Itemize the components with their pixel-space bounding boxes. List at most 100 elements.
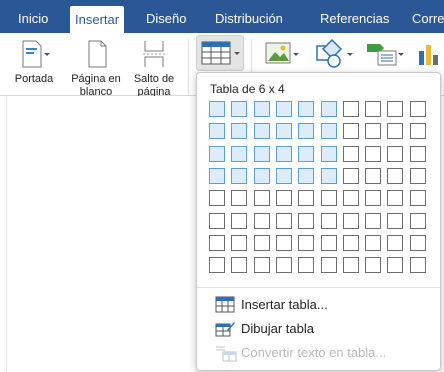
table-grid-cell[interactable] <box>276 235 292 251</box>
table-grid-cell[interactable] <box>298 190 314 206</box>
table-grid-cell[interactable] <box>254 168 270 184</box>
table-grid-cell[interactable] <box>276 257 292 273</box>
table-grid-cell[interactable] <box>365 146 381 162</box>
table-grid-cell[interactable] <box>209 101 225 117</box>
insert-table-menu: Tabla de 6 x 4 Insertar tabla... Dibujar… <box>196 72 441 371</box>
table-grid-cell[interactable] <box>298 235 314 251</box>
table-grid-cell[interactable] <box>276 213 292 229</box>
table-grid-cell[interactable] <box>209 123 225 139</box>
table-grid-cell[interactable] <box>387 213 403 229</box>
table-grid-cell[interactable] <box>321 168 337 184</box>
table-grid-cell[interactable] <box>298 123 314 139</box>
table-grid-cell[interactable] <box>276 146 292 162</box>
table-grid-cell[interactable] <box>387 257 403 273</box>
table-grid-cell[interactable] <box>321 235 337 251</box>
pictures-button[interactable] <box>262 39 302 69</box>
table-grid-cell[interactable] <box>343 190 359 206</box>
table-grid-cell[interactable] <box>410 146 426 162</box>
table-grid-cell[interactable] <box>410 235 426 251</box>
table-grid-cell[interactable] <box>209 168 225 184</box>
table-grid-cell[interactable] <box>410 213 426 229</box>
table-button[interactable] <box>196 35 244 71</box>
cover-page-button[interactable]: Portada <box>8 39 60 86</box>
table-grid-cell[interactable] <box>343 213 359 229</box>
table-grid-cell[interactable] <box>387 101 403 117</box>
table-grid-cell[interactable] <box>209 235 225 251</box>
table-grid-cell[interactable] <box>343 257 359 273</box>
table-grid-cell[interactable] <box>321 146 337 162</box>
table-grid-cell[interactable] <box>298 168 314 184</box>
page-break-label-1: Salto de <box>133 73 175 85</box>
table-grid-cell[interactable] <box>343 235 359 251</box>
table-grid-cell[interactable] <box>298 101 314 117</box>
blank-page-button[interactable]: Página en blanco <box>66 39 126 99</box>
table-grid-cell[interactable] <box>410 101 426 117</box>
table-grid-cell[interactable] <box>365 235 381 251</box>
table-grid-cell[interactable] <box>209 257 225 273</box>
table-grid-cell[interactable] <box>365 123 381 139</box>
table-grid-cell[interactable] <box>276 190 292 206</box>
table-grid-cell[interactable] <box>298 213 314 229</box>
table-grid-cell[interactable] <box>365 257 381 273</box>
table-grid-cell[interactable] <box>387 235 403 251</box>
table-grid-cell[interactable] <box>321 213 337 229</box>
table-grid-cell[interactable] <box>254 190 270 206</box>
table-grid-cell[interactable] <box>298 257 314 273</box>
table-grid-cell[interactable] <box>410 168 426 184</box>
tab-correspondencia[interactable]: Corre <box>412 0 444 33</box>
table-grid-cell[interactable] <box>276 101 292 117</box>
table-grid-cell[interactable] <box>254 146 270 162</box>
page-break-button[interactable]: Salto de página <box>128 39 180 99</box>
tab-inicio[interactable]: Inicio <box>18 0 48 33</box>
tab-distribucion[interactable]: Distribución <box>215 0 283 33</box>
table-size-grid[interactable] <box>209 101 429 277</box>
smartart-icon <box>367 44 404 66</box>
table-grid-cell[interactable] <box>231 235 247 251</box>
table-grid-cell[interactable] <box>209 190 225 206</box>
table-grid-cell[interactable] <box>321 123 337 139</box>
table-grid-cell[interactable] <box>410 123 426 139</box>
table-grid-cell[interactable] <box>387 190 403 206</box>
smartart-button[interactable] <box>364 39 404 69</box>
table-grid-cell[interactable] <box>410 190 426 206</box>
table-grid-cell[interactable] <box>343 123 359 139</box>
table-grid-cell[interactable] <box>231 146 247 162</box>
table-grid-cell[interactable] <box>276 168 292 184</box>
table-grid-cell[interactable] <box>254 101 270 117</box>
draw-table-icon <box>215 322 235 337</box>
table-grid-cell[interactable] <box>254 123 270 139</box>
table-grid-cell[interactable] <box>209 213 225 229</box>
table-grid-cell[interactable] <box>321 190 337 206</box>
table-grid-cell[interactable] <box>321 257 337 273</box>
table-grid-cell[interactable] <box>209 146 225 162</box>
table-grid-cell[interactable] <box>254 235 270 251</box>
table-grid-cell[interactable] <box>298 146 314 162</box>
table-grid-cell[interactable] <box>231 101 247 117</box>
table-grid-cell[interactable] <box>365 190 381 206</box>
table-grid-cell[interactable] <box>276 123 292 139</box>
table-grid-cell[interactable] <box>231 190 247 206</box>
table-grid-cell[interactable] <box>387 168 403 184</box>
table-grid-cell[interactable] <box>254 213 270 229</box>
shapes-button[interactable] <box>314 37 356 69</box>
table-grid-cell[interactable] <box>365 213 381 229</box>
document-page-edge <box>6 96 7 372</box>
table-grid-cell[interactable] <box>343 101 359 117</box>
table-grid-cell[interactable] <box>410 257 426 273</box>
table-grid-cell[interactable] <box>231 123 247 139</box>
table-grid-cell[interactable] <box>343 146 359 162</box>
table-grid-cell[interactable] <box>387 123 403 139</box>
tab-insertar[interactable]: Insertar <box>70 6 125 33</box>
table-grid-cell[interactable] <box>321 101 337 117</box>
table-grid-cell[interactable] <box>343 168 359 184</box>
table-grid-cell[interactable] <box>231 168 247 184</box>
table-grid-cell[interactable] <box>231 213 247 229</box>
tab-diseno[interactable]: Diseño <box>146 0 186 33</box>
tab-referencias[interactable]: Referencias <box>320 0 389 33</box>
table-grid-cell[interactable] <box>365 168 381 184</box>
chart-button[interactable] <box>414 39 444 69</box>
table-grid-cell[interactable] <box>231 257 247 273</box>
table-grid-cell[interactable] <box>254 257 270 273</box>
table-grid-cell[interactable] <box>387 146 403 162</box>
table-grid-cell[interactable] <box>365 101 381 117</box>
